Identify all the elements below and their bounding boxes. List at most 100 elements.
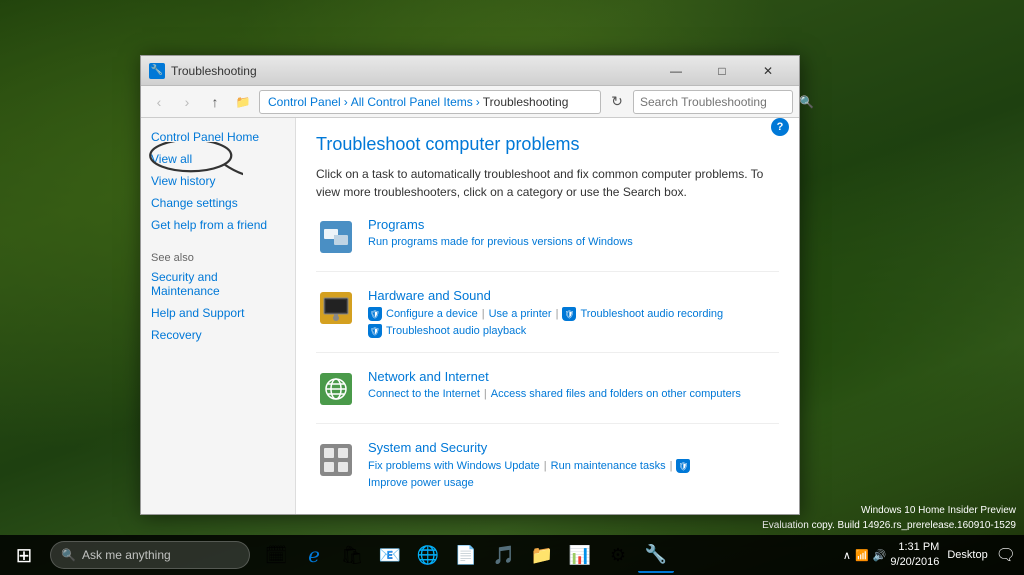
hardware-links: 🛡 Configure a device | Use a printer | 🛡…: [368, 307, 779, 321]
taskbar-app-taskview[interactable]: 🗓: [258, 537, 294, 573]
clock-time: 1:31 PM: [890, 540, 939, 555]
sidebar-recovery[interactable]: Recovery: [151, 328, 285, 342]
shield-icon-3: 🛡: [368, 324, 382, 338]
programs-title[interactable]: Programs: [368, 217, 779, 232]
system-tray: ∧ 📶 🔊: [843, 549, 886, 562]
minimize-button[interactable]: —: [653, 56, 699, 86]
programs-content: Programs Run programs made for previous …: [368, 217, 779, 248]
taskbar-app-mail[interactable]: 📧: [372, 537, 408, 573]
system-icon: [316, 440, 356, 480]
taskbar-search[interactable]: 🔍 Ask me anything: [50, 541, 250, 569]
sidebar-control-panel-home[interactable]: Control Panel Home: [151, 130, 285, 144]
address-path[interactable]: Control Panel › All Control Panel Items …: [259, 90, 601, 114]
taskbar-app-pdf[interactable]: 📄: [448, 537, 484, 573]
network-title[interactable]: Network and Internet: [368, 369, 779, 384]
network-content: Network and Internet Connect to the Inte…: [368, 369, 779, 400]
see-also-title: See also: [151, 252, 285, 264]
system-link-1[interactable]: Fix problems with Windows Update: [368, 460, 540, 472]
address-bar: ‹ › ↑ 📁 Control Panel › All Control Pane…: [141, 86, 799, 118]
taskbar-clock[interactable]: 1:31 PM 9/20/2016: [890, 540, 939, 571]
search-input[interactable]: [640, 95, 795, 109]
taskbar-search-icon: 🔍: [61, 548, 76, 562]
taskbar-app-media[interactable]: 🎵: [486, 537, 522, 573]
sidebar-security[interactable]: Security and Maintenance: [151, 270, 285, 298]
taskbar-app-edge[interactable]: ℯ: [296, 537, 332, 573]
page-title: Troubleshoot computer problems: [316, 134, 779, 155]
network-link-1[interactable]: Connect to the Internet: [368, 388, 480, 400]
category-network: Network and Internet Connect to the Inte…: [316, 369, 779, 424]
shield-icon-1: 🛡: [368, 307, 382, 321]
path-control-panel[interactable]: Control Panel: [268, 95, 341, 109]
start-button[interactable]: ⊞: [4, 535, 44, 575]
sidebar-help-support[interactable]: Help and Support: [151, 306, 285, 320]
system-link-3[interactable]: Improve power usage: [368, 477, 474, 489]
hardware-link-4[interactable]: Troubleshoot audio playback: [386, 325, 526, 337]
sidebar-change-settings[interactable]: Change settings: [151, 196, 285, 210]
tray-volume[interactable]: 🔊: [873, 549, 887, 562]
network-links: Connect to the Internet | Access shared …: [368, 388, 779, 400]
hardware-link-2[interactable]: Use a printer: [489, 308, 552, 320]
notifications-btn[interactable]: 🗨: [996, 545, 1016, 565]
system-content: System and Security Fix problems with Wi…: [368, 440, 779, 489]
sidebar: Control Panel Home View all View history…: [141, 118, 296, 514]
title-bar: 🔧 Troubleshooting — □ ✕: [141, 56, 799, 86]
window-controls: — □ ✕: [653, 56, 791, 86]
tray-up-arrow[interactable]: ∧: [843, 549, 851, 562]
forward-button[interactable]: ›: [175, 90, 199, 114]
sidebar-view-history[interactable]: View history: [151, 174, 285, 188]
refresh-button[interactable]: ↻: [605, 90, 629, 114]
maximize-button[interactable]: □: [699, 56, 745, 86]
hardware-title[interactable]: Hardware and Sound: [368, 288, 779, 303]
back-button[interactable]: ‹: [147, 90, 171, 114]
tray-network[interactable]: 📶: [855, 549, 869, 562]
programs-link-1[interactable]: Run programs made for previous versions …: [368, 236, 633, 248]
desktop: Windows 10 Home Insider Preview Evaluati…: [0, 0, 1024, 575]
system-title[interactable]: System and Security: [368, 440, 779, 455]
system-links: Fix problems with Windows Update | Run m…: [368, 459, 779, 489]
clock-date: 9/20/2016: [890, 555, 939, 570]
main-content: Troubleshoot computer problems Click on …: [296, 118, 799, 514]
taskbar-app-misc[interactable]: ⚙: [600, 537, 636, 573]
troubleshooting-window: 🔧 Troubleshooting — □ ✕ ‹ › ↑ 📁 Control …: [140, 55, 800, 515]
close-button[interactable]: ✕: [745, 56, 791, 86]
taskbar-apps: 🗓 ℯ 🛍 📧 🌐 📄 🎵 📁 📊 ⚙ 🔧: [254, 537, 835, 573]
category-hardware: Hardware and Sound 🛡 Configure a device …: [316, 288, 779, 353]
hardware-icon: [316, 288, 356, 328]
windows-info: Windows 10 Home Insider Preview Evaluati…: [762, 503, 1016, 533]
path-all-items[interactable]: All Control Panel Items: [351, 95, 473, 109]
sidebar-view-all[interactable]: View all: [151, 152, 285, 166]
shield-icon-2: 🛡: [562, 307, 576, 321]
taskbar-app-store[interactable]: 🛍: [334, 537, 370, 573]
window-title: Troubleshooting: [171, 64, 653, 78]
page-description: Click on a task to automatically trouble…: [316, 165, 779, 201]
folder-icon: 📁: [231, 90, 255, 114]
desktop-show-btn[interactable]: Desktop: [943, 549, 991, 561]
category-system: System and Security Fix problems with Wi…: [316, 440, 779, 503]
hardware-content: Hardware and Sound 🛡 Configure a device …: [368, 288, 779, 338]
taskbar: ⊞ 🔍 Ask me anything 🗓 ℯ 🛍 📧 🌐 📄 🎵 📁 📊 ⚙ …: [0, 535, 1024, 575]
content-area: Control Panel Home View all View history…: [141, 118, 799, 514]
taskbar-app-files[interactable]: 📁: [524, 537, 560, 573]
sidebar-get-help[interactable]: Get help from a friend: [151, 218, 285, 232]
help-button[interactable]: ?: [771, 118, 789, 136]
path-troubleshooting: Troubleshooting: [483, 95, 569, 109]
hardware-link-1[interactable]: Configure a device: [386, 308, 478, 320]
taskbar-search-placeholder: Ask me anything: [82, 548, 171, 562]
hardware-links-2: 🛡 Troubleshoot audio playback: [368, 324, 779, 338]
programs-links: Run programs made for previous versions …: [368, 236, 779, 248]
taskbar-app-troubleshoot[interactable]: 🔧: [638, 537, 674, 573]
view-all-container: View all: [151, 152, 285, 166]
hardware-link-3[interactable]: Troubleshoot audio recording: [580, 308, 723, 320]
up-button[interactable]: ↑: [203, 90, 227, 114]
system-link-2[interactable]: Run maintenance tasks: [551, 460, 666, 472]
taskbar-app-chrome[interactable]: 🌐: [410, 537, 446, 573]
window-icon: 🔧: [149, 63, 165, 79]
search-icon: 🔍: [799, 95, 814, 109]
sidebar-see-also: See also Security and Maintenance Help a…: [151, 252, 285, 342]
shield-icon-4: 🛡: [676, 459, 690, 473]
taskbar-app-excel[interactable]: 📊: [562, 537, 598, 573]
search-box[interactable]: 🔍: [633, 90, 793, 114]
network-link-2[interactable]: Access shared files and folders on other…: [491, 388, 741, 400]
taskbar-left: ⊞ 🔍 Ask me anything: [0, 535, 254, 575]
category-programs: Programs Run programs made for previous …: [316, 217, 779, 272]
